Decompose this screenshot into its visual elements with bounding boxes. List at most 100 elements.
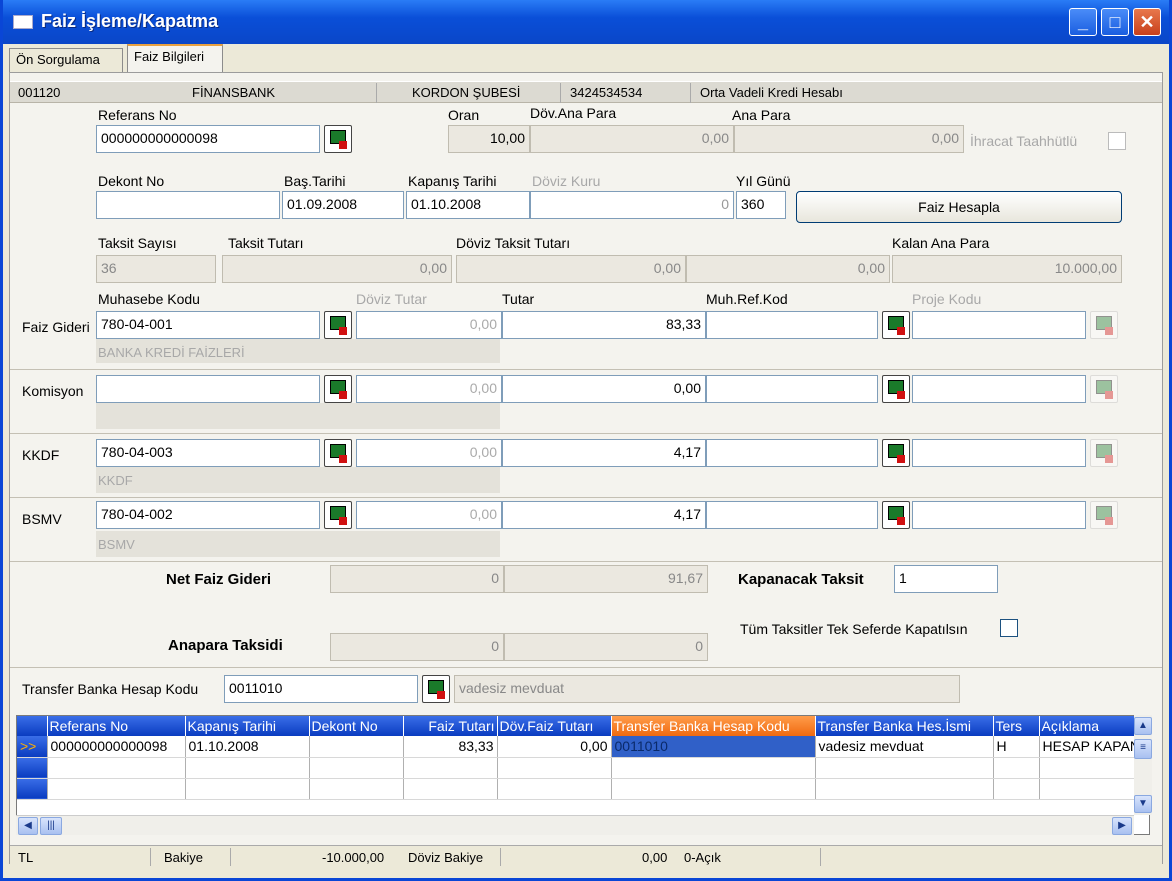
lookup-icon: [1090, 311, 1118, 339]
net-faiz-input: 91,67: [504, 565, 708, 593]
close-icon[interactable]: ✕: [1133, 8, 1161, 36]
col-dov-faiz-tutari[interactable]: Döv.Faiz Tutarı: [497, 716, 612, 736]
yil-gunu-label: Yıl Günü: [736, 173, 791, 189]
scroll-right-icon[interactable]: ▶: [1112, 817, 1132, 835]
scroll-up-icon[interactable]: ▲: [1134, 717, 1152, 735]
status-currency: TL: [18, 850, 34, 865]
cell-tarih[interactable]: 01.10.2008: [185, 736, 310, 758]
doviz-kuru-label: Döviz Kuru: [532, 173, 601, 189]
row-indicator[interactable]: [17, 778, 48, 800]
dekont-no-input[interactable]: [96, 191, 280, 219]
row-indicator[interactable]: >>: [17, 736, 48, 758]
taksit-sayisi-label: Taksit Sayısı: [98, 235, 177, 251]
lookup-icon: [1090, 375, 1118, 403]
bas-tarihi-input[interactable]: 01.09.2008: [282, 191, 404, 219]
table-row[interactable]: [17, 757, 1145, 779]
kapanis-tarihi-input[interactable]: 01.10.2008: [406, 191, 530, 219]
oran-input: 10,00: [448, 125, 530, 153]
kkdf-muh-ref-input[interactable]: [706, 439, 878, 467]
maximize-icon[interactable]: □: [1101, 8, 1129, 36]
lookup-icon[interactable]: [882, 501, 910, 529]
faiz-gideri-tutar-input[interactable]: 83,33: [502, 311, 706, 339]
bsmv-proje-input[interactable]: [912, 501, 1086, 529]
transfer-kodu-input[interactable]: 0011010: [224, 675, 418, 703]
yil-gunu-input[interactable]: 360: [736, 191, 786, 219]
col-faiz-tutari[interactable]: Faiz Tutarı: [403, 716, 498, 736]
grid-corner: [17, 716, 48, 736]
komisyon-kod-input[interactable]: [96, 375, 320, 403]
komisyon-tutar-input[interactable]: 0,00: [502, 375, 706, 403]
cell-ters[interactable]: H: [993, 736, 1040, 758]
lookup-icon[interactable]: [324, 375, 352, 403]
bsmv-kod-input[interactable]: 780-04-002: [96, 501, 320, 529]
tab-on-sorgulama[interactable]: Ön Sorgulama: [9, 48, 123, 72]
tum-taksitler-checkbox[interactable]: [1000, 619, 1018, 637]
kkdf-kod-input[interactable]: 780-04-003: [96, 439, 320, 467]
bsmv-tutar-input[interactable]: 4,17: [502, 501, 706, 529]
cell-transfer-ismi[interactable]: vadesiz mevduat: [815, 736, 994, 758]
ana-para-input: 0,00: [734, 125, 964, 153]
row-label-komisyon: Komisyon: [22, 383, 84, 399]
kkdf-tutar-input[interactable]: 4,17: [502, 439, 706, 467]
col-aciklama[interactable]: Açıklama: [1039, 716, 1145, 736]
lookup-icon[interactable]: [324, 311, 352, 339]
cell-aciklama[interactable]: HESAP KAPAN: [1039, 736, 1145, 758]
faiz-gideri-doviz-input[interactable]: 0,00: [356, 311, 502, 339]
doviz-taksit-tutari-label: Döviz Taksit Tutarı: [456, 235, 571, 251]
lookup-icon[interactable]: [324, 439, 352, 467]
komisyon-muh-ref-input[interactable]: [706, 375, 878, 403]
col-dekont-no[interactable]: Dekont No: [309, 716, 404, 736]
col-referans-no[interactable]: Referans No: [47, 716, 186, 736]
doviz-tutar-label: Döviz Tutar: [356, 291, 427, 307]
cell-dekont[interactable]: [309, 736, 404, 758]
grid-vertical-scrollbar[interactable]: ▲ ≡ ▼: [1134, 715, 1152, 815]
bsmv-doviz-input[interactable]: 0,00: [356, 501, 502, 529]
muhasebe-kodu-label: Muhasebe Kodu: [98, 291, 200, 307]
kapanacak-taksit-input[interactable]: 1: [894, 565, 998, 593]
row-label-faiz-gideri: Faiz Gideri: [22, 319, 90, 335]
main-window: Faiz İşleme/Kapatma _ □ ✕ Ön Sorgulama F…: [0, 0, 1172, 881]
referans-no-label: Referans No: [98, 107, 177, 123]
kkdf-doviz-input[interactable]: 0,00: [356, 439, 502, 467]
lookup-icon[interactable]: [882, 311, 910, 339]
bas-tarihi-label: Baş.Tarihi: [284, 173, 346, 189]
col-ters[interactable]: Ters: [993, 716, 1040, 736]
scroll-down-icon[interactable]: ▼: [1134, 795, 1152, 813]
col-transfer-banka-hesap-kodu[interactable]: Transfer Banka Hesap Kodu: [611, 716, 816, 736]
faiz-gideri-kod-input[interactable]: 780-04-001: [96, 311, 320, 339]
lookup-icon[interactable]: [882, 439, 910, 467]
cell-referans[interactable]: 000000000000098: [47, 736, 186, 758]
cell-dov-faiz[interactable]: 0,00: [497, 736, 612, 758]
faiz-gideri-proje-input[interactable]: [912, 311, 1086, 339]
ana-para-label: Ana Para: [732, 107, 791, 123]
anapara-input: 0: [504, 633, 708, 661]
minimize-icon[interactable]: _: [1069, 8, 1097, 36]
col-kapanis-tarihi[interactable]: Kapanış Tarihi: [185, 716, 310, 736]
table-row[interactable]: [17, 778, 1145, 800]
lookup-icon[interactable]: [324, 125, 352, 153]
komisyon-proje-input[interactable]: [912, 375, 1086, 403]
referans-no-input[interactable]: 000000000000098: [96, 125, 320, 153]
lookup-icon[interactable]: [422, 675, 450, 703]
faiz-gideri-muh-ref-input[interactable]: [706, 311, 878, 339]
cell-faiz[interactable]: 83,33: [403, 736, 498, 758]
ihracat-checkbox[interactable]: [1108, 132, 1126, 150]
faiz-hesapla-button[interactable]: Faiz Hesapla: [796, 191, 1122, 223]
scroll-left-icon[interactable]: ◀: [18, 817, 38, 835]
cell-transfer-kodu[interactable]: 0011010: [611, 736, 816, 758]
lookup-icon[interactable]: [324, 501, 352, 529]
table-row[interactable]: >> 000000000000098 01.10.2008 83,33 0,00…: [17, 736, 1145, 758]
kkdf-proje-input[interactable]: [912, 439, 1086, 467]
dov-ana-para-input: 0,00: [530, 125, 734, 153]
doviz-kuru-input[interactable]: 0: [530, 191, 734, 219]
scroll-thumb[interactable]: ≡: [1134, 739, 1152, 759]
komisyon-doviz-input[interactable]: 0,00: [356, 375, 502, 403]
bsmv-muh-ref-input[interactable]: [706, 501, 878, 529]
scroll-thumb[interactable]: |||: [40, 817, 62, 835]
col-transfer-banka-hes-ismi[interactable]: Transfer Banka Hes.İsmi: [815, 716, 994, 736]
title-bar[interactable]: Faiz İşleme/Kapatma _ □ ✕: [3, 0, 1169, 44]
grid-horizontal-scrollbar[interactable]: ◀ ||| ▶: [16, 815, 1134, 835]
lookup-icon[interactable]: [882, 375, 910, 403]
tab-faiz-bilgileri[interactable]: Faiz Bilgileri: [127, 44, 223, 74]
row-indicator[interactable]: [17, 757, 48, 779]
